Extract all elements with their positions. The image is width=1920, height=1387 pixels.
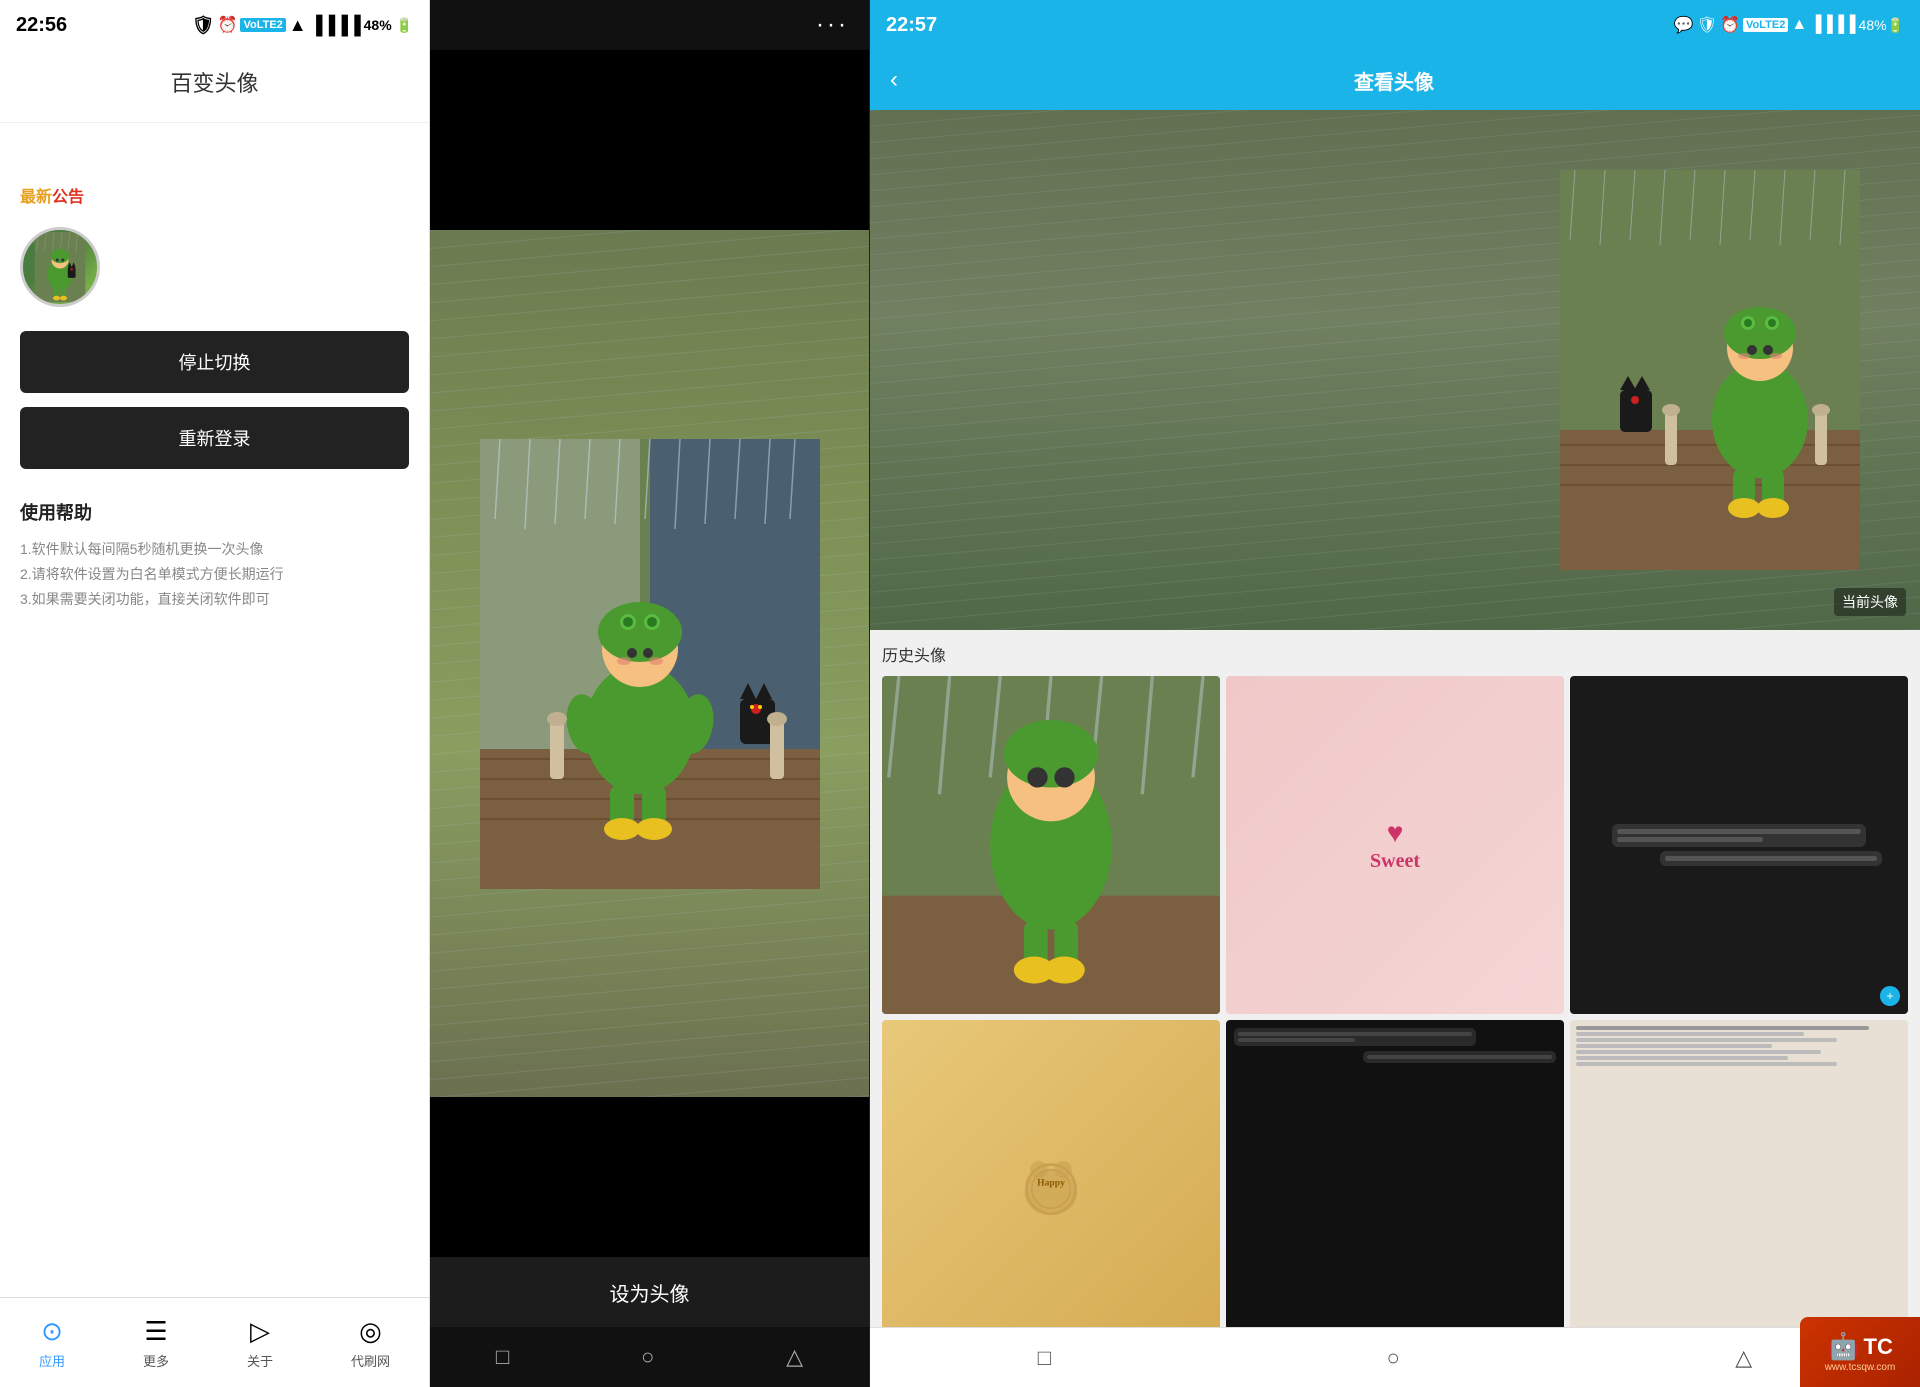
history-title: 历史头像 — [882, 642, 1908, 666]
set-avatar-button[interactable]: 设为头像 — [610, 1278, 690, 1307]
panel-profile-viewer: 22:57 💬 🛡 ⏰ VoLTE2 ▲ ▐▐▐▐ 48%🔋 ‹ 查看头像 — [870, 0, 1920, 1387]
status-icons-1: 🛡 ⏰ VoLTE2 ▲ ▐▐▐▐ 48% 🔋 — [192, 15, 413, 36]
p2-nav-circle[interactable]: ○ — [641, 1344, 654, 1370]
status-icons-3: 💬 🛡 ⏰ VoLTE2 ▲ ▐▐▐▐ 48%🔋 — [1674, 15, 1904, 35]
battery-3: 48%🔋 — [1859, 17, 1904, 34]
battery-label-3: 48% — [1859, 17, 1887, 33]
daishuwang-label: 代刷网 — [351, 1351, 390, 1370]
shield-icon: 🛡 — [192, 15, 215, 36]
tc-watermark: 🤖 TC www.tcsqw.com — [1800, 1317, 1920, 1387]
avatar[interactable] — [20, 227, 100, 307]
nav-item-about[interactable]: ▷ 关于 — [247, 1316, 273, 1370]
signal-icon: ▐▐▐▐ — [310, 15, 361, 36]
tc-text: TC — [1864, 1334, 1893, 1360]
thumb5-content: + — [1226, 1020, 1564, 1327]
rain-scene-3 — [870, 110, 1920, 630]
battery-1: 48% 🔋 — [364, 17, 413, 34]
current-avatar-section: 当前头像 — [870, 110, 1920, 630]
happy-content: Happy — [1016, 1154, 1086, 1224]
main-scene-svg — [480, 439, 820, 889]
stop-switch-button[interactable]: 停止切换 — [20, 331, 409, 393]
thumb1-svg — [882, 676, 1220, 1014]
panel3-bottom-nav: □ ○ △ — [870, 1327, 1920, 1387]
history-thumb-4[interactable]: Happy — [882, 1020, 1220, 1327]
dots-menu[interactable]: ··· — [816, 11, 849, 39]
help-title: 使用帮助 — [20, 499, 409, 525]
history-thumb-1[interactable] — [882, 676, 1220, 1014]
daishuwang-icon: ◎ — [359, 1316, 382, 1347]
battery-label-1: 48% — [364, 17, 392, 33]
app-title: 百变头像 — [0, 50, 429, 123]
p3-nav-square[interactable]: □ — [1038, 1345, 1051, 1371]
avatar-container — [20, 227, 409, 307]
profile-header: ‹ 查看头像 — [870, 50, 1920, 110]
panel-image-viewer: ··· — [430, 0, 870, 1387]
nav-item-more[interactable]: ☰ 更多 — [143, 1316, 169, 1370]
p2-nav-triangle[interactable]: △ — [786, 1344, 803, 1370]
time-1: 22:56 — [16, 14, 67, 37]
current-scene-svg — [1560, 170, 1860, 570]
notice-label: 最新公告 — [20, 183, 409, 207]
tc-sub: www.tcsqw.com — [1825, 1362, 1896, 1373]
relogin-button[interactable]: 重新登录 — [20, 407, 409, 469]
avatar-svg — [25, 232, 95, 302]
notice-text: 最新 — [20, 189, 52, 206]
wifi-icon-3: ▲ — [1791, 16, 1807, 34]
more-icon: ☰ — [144, 1316, 167, 1347]
help-item-1: 1.软件默认每间隔5秒随机更换一次头像 — [20, 537, 409, 562]
shield-icon-3: 🛡 — [1697, 15, 1717, 35]
more-label: 更多 — [143, 1351, 169, 1370]
sweet-text: ♥ — [1387, 818, 1404, 850]
alarm-icon: ⏰ — [218, 15, 238, 35]
profile-header-title: 查看头像 — [918, 66, 1900, 95]
app-label: 应用 — [39, 1351, 65, 1370]
history-thumb-2[interactable]: ♥ Sweet — [1226, 676, 1564, 1014]
help-item-2: 2.请将软件设置为白名单模式方便长期运行 — [20, 562, 409, 587]
signal-icon-3: ▐▐▐▐ — [1810, 16, 1855, 34]
volte-badge-3: VoLTE2 — [1743, 18, 1788, 32]
image-main — [430, 230, 869, 1097]
image-top-black — [430, 50, 869, 230]
panel2-header: ··· — [430, 0, 869, 50]
sweet-label: Sweet — [1370, 850, 1420, 873]
p2-nav-square[interactable]: □ — [496, 1344, 509, 1370]
status-bar-3: 22:57 💬 🛡 ⏰ VoLTE2 ▲ ▐▐▐▐ 48%🔋 — [870, 0, 1920, 50]
panel-main-app: 22:56 🛡 ⏰ VoLTE2 ▲ ▐▐▐▐ 48% 🔋 百变头像 最新公告 — [0, 0, 430, 1387]
volte-badge: VoLTE2 — [240, 18, 285, 32]
history-thumb-5[interactable]: + — [1226, 1020, 1564, 1327]
rain-scene — [430, 230, 869, 1097]
current-avatar-img — [870, 110, 1920, 630]
bottom-nav-1: ⊙ 应用 ☰ 更多 ▷ 关于 ◎ 代刷网 — [0, 1297, 429, 1387]
image-bottom-black — [430, 1097, 869, 1257]
set-avatar-bar[interactable]: 设为头像 — [430, 1257, 869, 1327]
about-icon: ▷ — [250, 1316, 270, 1347]
thumb6-content — [1570, 1020, 1908, 1327]
main-content-1: 最新公告 — [0, 123, 429, 1297]
p3-nav-triangle[interactable]: △ — [1735, 1345, 1752, 1371]
tc-logo-row: 🤖 TC — [1827, 1331, 1893, 1362]
back-button[interactable]: ‹ — [890, 66, 898, 94]
history-thumb-6[interactable] — [1570, 1020, 1908, 1327]
thumb3-content: + — [1570, 676, 1908, 1014]
wifi-icon: ▲ — [289, 15, 307, 36]
help-text: 1.软件默认每间隔5秒随机更换一次头像 2.请将软件设置为白名单模式方便长期运行… — [20, 537, 409, 613]
history-thumb-3[interactable]: + — [1570, 676, 1908, 1014]
alarm-icon-3: ⏰ — [1720, 15, 1740, 35]
about-label: 关于 — [247, 1351, 273, 1370]
wechat-icon-3: 💬 — [1674, 15, 1694, 35]
current-avatar-label: 当前头像 — [1834, 588, 1906, 616]
nav-item-daishuwang[interactable]: ◎ 代刷网 — [351, 1316, 390, 1370]
app-icon: ⊙ — [41, 1316, 63, 1347]
help-item-3: 3.如果需要关闭功能，直接关闭软件即可 — [20, 587, 409, 612]
status-bar-1: 22:56 🛡 ⏰ VoLTE2 ▲ ▐▐▐▐ 48% 🔋 — [0, 0, 429, 50]
history-grid: ♥ Sweet + — [882, 676, 1908, 1327]
notice-red: 公告 — [52, 189, 84, 206]
time-3: 22:57 — [886, 14, 937, 37]
panel2-bottom-nav: □ ○ △ — [430, 1327, 869, 1387]
history-section: 历史头像 — [870, 630, 1920, 1327]
p3-nav-circle[interactable]: ○ — [1387, 1345, 1400, 1371]
nav-item-app[interactable]: ⊙ 应用 — [39, 1316, 65, 1370]
